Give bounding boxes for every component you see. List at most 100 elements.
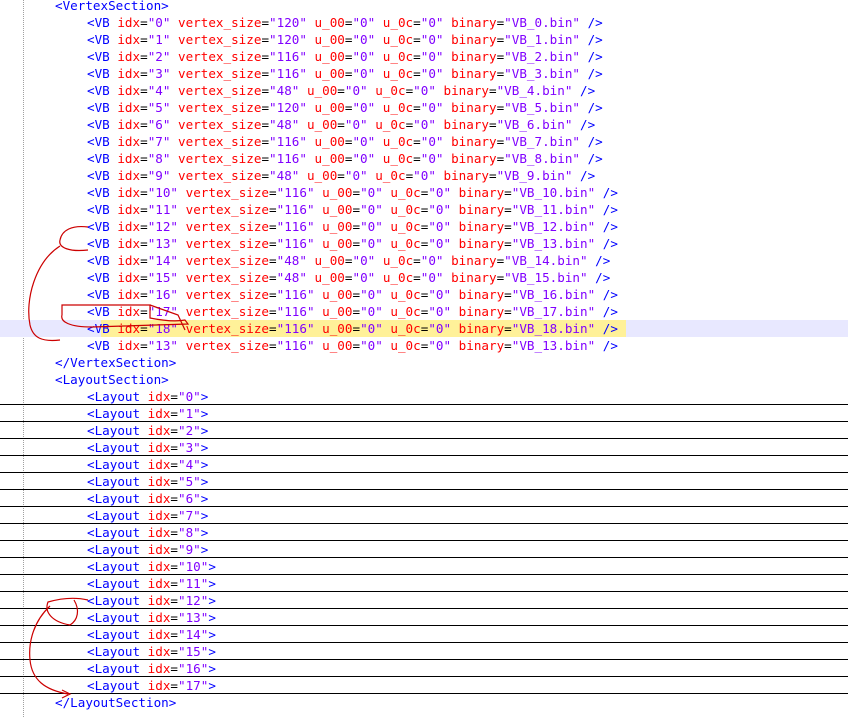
code-line-vb[interactable]: <VB idx="9" vertex_size="48" u_00="0" u_… <box>0 167 848 184</box>
attr-name: u_0c <box>382 236 421 251</box>
attr-name: idx <box>109 66 141 81</box>
code-line-vb[interactable]: <VB idx="16" vertex_size="116" u_00="0" … <box>0 286 848 303</box>
code-line-vb[interactable]: <VB idx="13" vertex_size="116" u_00="0" … <box>0 337 848 354</box>
attr-value: "0" <box>352 66 376 81</box>
code-line-layout[interactable]: <Layout idx="2"> <box>0 422 848 439</box>
code-line-layout[interactable]: <Layout idx="7"> <box>0 507 848 524</box>
code-line-layout[interactable]: <Layout idx="16"> <box>0 660 848 677</box>
attr-value: "116" <box>276 236 315 251</box>
equals: = <box>352 202 361 217</box>
equals: = <box>170 491 179 506</box>
attr-value: "VB_5.bin" <box>504 100 580 115</box>
code-line-vb[interactable]: <VB idx="7" vertex_size="116" u_00="0" u… <box>0 133 848 150</box>
code-line-vb[interactable]: <VB idx="18" vertex_size="116" u_00="0" … <box>0 320 848 337</box>
attr-name: idx <box>140 678 171 693</box>
code-line-vb[interactable]: <VB idx="14" vertex_size="48" u_00="0" u… <box>0 252 848 269</box>
attr-name: u_00 <box>314 304 353 319</box>
tag-name: <Layout <box>87 661 141 676</box>
attr-value: "116" <box>276 321 315 336</box>
code-line-section[interactable]: <VertexSection> <box>0 0 848 14</box>
code-line-section[interactable]: </LayoutSection> <box>0 694 848 711</box>
code-line-layout[interactable]: <Layout idx="12"> <box>0 592 848 609</box>
code-line-layout[interactable]: <Layout idx="17"> <box>0 677 848 694</box>
code-line-layout[interactable]: <Layout idx="4"> <box>0 456 848 473</box>
code-line-vb[interactable]: <VB idx="12" vertex_size="116" u_00="0" … <box>0 218 848 235</box>
code-line-vb[interactable]: <VB idx="17" vertex_size="116" u_00="0" … <box>0 303 848 320</box>
equals: = <box>269 253 277 268</box>
equals: = <box>140 134 148 149</box>
tag-name: <VB <box>87 338 110 353</box>
code-line-vb[interactable]: <VB idx="3" vertex_size="116" u_00="0" u… <box>0 65 848 82</box>
code-line-layout[interactable]: <Layout idx="9"> <box>0 541 848 558</box>
attr-value: "15" <box>178 644 209 659</box>
code-line-vb[interactable]: <VB idx="5" vertex_size="120" u_00="0" u… <box>0 99 848 116</box>
tag-close: /> <box>595 304 618 319</box>
equals: = <box>337 83 345 98</box>
code-line-vb[interactable]: <VB idx="13" vertex_size="116" u_00="0" … <box>0 235 848 252</box>
equals: = <box>413 66 421 81</box>
tag-name: <VB <box>87 151 110 166</box>
code-line-vb[interactable]: <VB idx="2" vertex_size="116" u_00="0" u… <box>0 48 848 65</box>
code-line-layout[interactable]: <Layout idx="15"> <box>0 643 848 660</box>
code-line-layout[interactable]: <Layout idx="1"> <box>0 405 848 422</box>
equals: = <box>488 168 497 183</box>
code-line-layout[interactable]: <Layout idx="3"> <box>0 439 848 456</box>
equals: = <box>140 15 148 30</box>
attr-name: idx <box>140 457 171 472</box>
attr-name: binary <box>451 219 505 234</box>
code-line-layout[interactable]: <Layout idx="8"> <box>0 524 848 541</box>
code-line-vb[interactable]: <VB idx="10" vertex_size="116" u_00="0" … <box>0 184 848 201</box>
attr-name: binary <box>443 49 497 64</box>
code-line-section[interactable]: </VertexSection> <box>0 354 848 371</box>
attr-name: idx <box>140 508 171 523</box>
attr-name: vertex_size <box>170 168 262 183</box>
code-line-layout[interactable]: <Layout idx="6"> <box>0 490 848 507</box>
equals: = <box>269 338 277 353</box>
attr-value: "48" <box>269 83 300 98</box>
code-line-layout[interactable]: <Layout idx="14"> <box>0 626 848 643</box>
code-line-layout[interactable]: <Layout idx="11"> <box>0 575 848 592</box>
attr-name: idx <box>109 202 141 217</box>
equals: = <box>170 508 179 523</box>
attr-value: "0" <box>420 253 444 268</box>
attr-value: "18" <box>147 321 179 336</box>
attr-name: idx <box>109 151 141 166</box>
tag-close: > <box>208 593 216 608</box>
attr-name: idx <box>109 321 141 336</box>
attr-name: u_0c <box>375 100 414 115</box>
attr-value: "5" <box>178 474 201 489</box>
attr-value: "7" <box>178 508 201 523</box>
attr-value: "5" <box>147 100 171 115</box>
attr-name: u_00 <box>306 32 345 47</box>
xml-editor[interactable]: <VertexSection> <VB idx="0" vertex_size="… <box>0 0 848 717</box>
tag-close: /> <box>579 32 603 47</box>
attr-value: "17" <box>147 304 179 319</box>
attr-value: "13" <box>147 236 179 251</box>
code-line-vb[interactable]: <VB idx="0" vertex_size="120" u_00="0" u… <box>0 14 848 31</box>
equals: = <box>269 219 277 234</box>
attr-value: "0" <box>428 338 452 353</box>
equals: = <box>140 253 148 268</box>
attr-value: "15" <box>147 270 179 285</box>
code-line-layout[interactable]: <Layout idx="0"> <box>0 388 848 405</box>
code-line-vb[interactable]: <VB idx="11" vertex_size="116" u_00="0" … <box>0 201 848 218</box>
code-line-vb[interactable]: <VB idx="1" vertex_size="120" u_00="0" u… <box>0 31 848 48</box>
equals: = <box>269 321 277 336</box>
code-line-layout[interactable]: <Layout idx="10"> <box>0 558 848 575</box>
attr-value: "0" <box>360 236 383 251</box>
attr-value: "0" <box>352 15 376 30</box>
attr-value: "48" <box>276 253 307 268</box>
code-line-vb[interactable]: <VB idx="4" vertex_size="48" u_00="0" u_… <box>0 82 848 99</box>
code-line-vb[interactable]: <VB idx="15" vertex_size="48" u_00="0" u… <box>0 269 848 286</box>
code-line-layout[interactable]: <Layout idx="13"> <box>0 609 848 626</box>
code-line-vb[interactable]: <VB idx="6" vertex_size="48" u_00="0" u_… <box>0 116 848 133</box>
code-line-vb[interactable]: <VB idx="8" vertex_size="116" u_00="0" u… <box>0 150 848 167</box>
attr-value: "0" <box>344 168 368 183</box>
attr-value: "0" <box>420 100 444 115</box>
attr-value: "VB_2.bin" <box>504 49 580 64</box>
code-line-layout[interactable]: <Layout idx="5"> <box>0 473 848 490</box>
attr-name: binary <box>451 321 505 336</box>
tag-name: <VB <box>87 185 110 200</box>
attr-name: idx <box>109 185 141 200</box>
code-line-section[interactable]: <LayoutSection> <box>0 371 848 388</box>
